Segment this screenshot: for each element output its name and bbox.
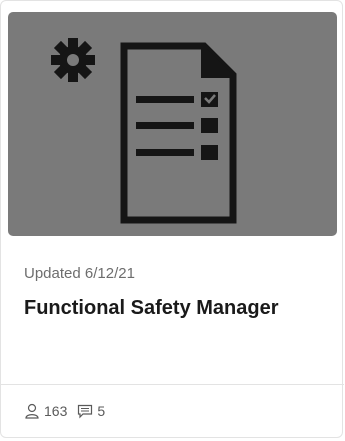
comments-count: 5: [97, 403, 106, 419]
user-icon: [25, 403, 39, 419]
followers-count: 163: [44, 403, 68, 419]
updated-date: Updated 6/12/21: [24, 265, 135, 282]
comment-icon: [78, 404, 93, 419]
card-title[interactable]: Functional Safety Manager: [24, 297, 279, 320]
divider: [1, 384, 344, 385]
followers-stat: 163: [24, 403, 67, 419]
comments-stat: 5: [77, 403, 105, 419]
card-stats: 163 5: [24, 403, 115, 419]
card-thumbnail[interactable]: [8, 12, 337, 236]
document-checklist-gear-icon: [51, 38, 237, 224]
content-card[interactable]: Updated 6/12/21 Functional Safety Manage…: [0, 0, 344, 438]
